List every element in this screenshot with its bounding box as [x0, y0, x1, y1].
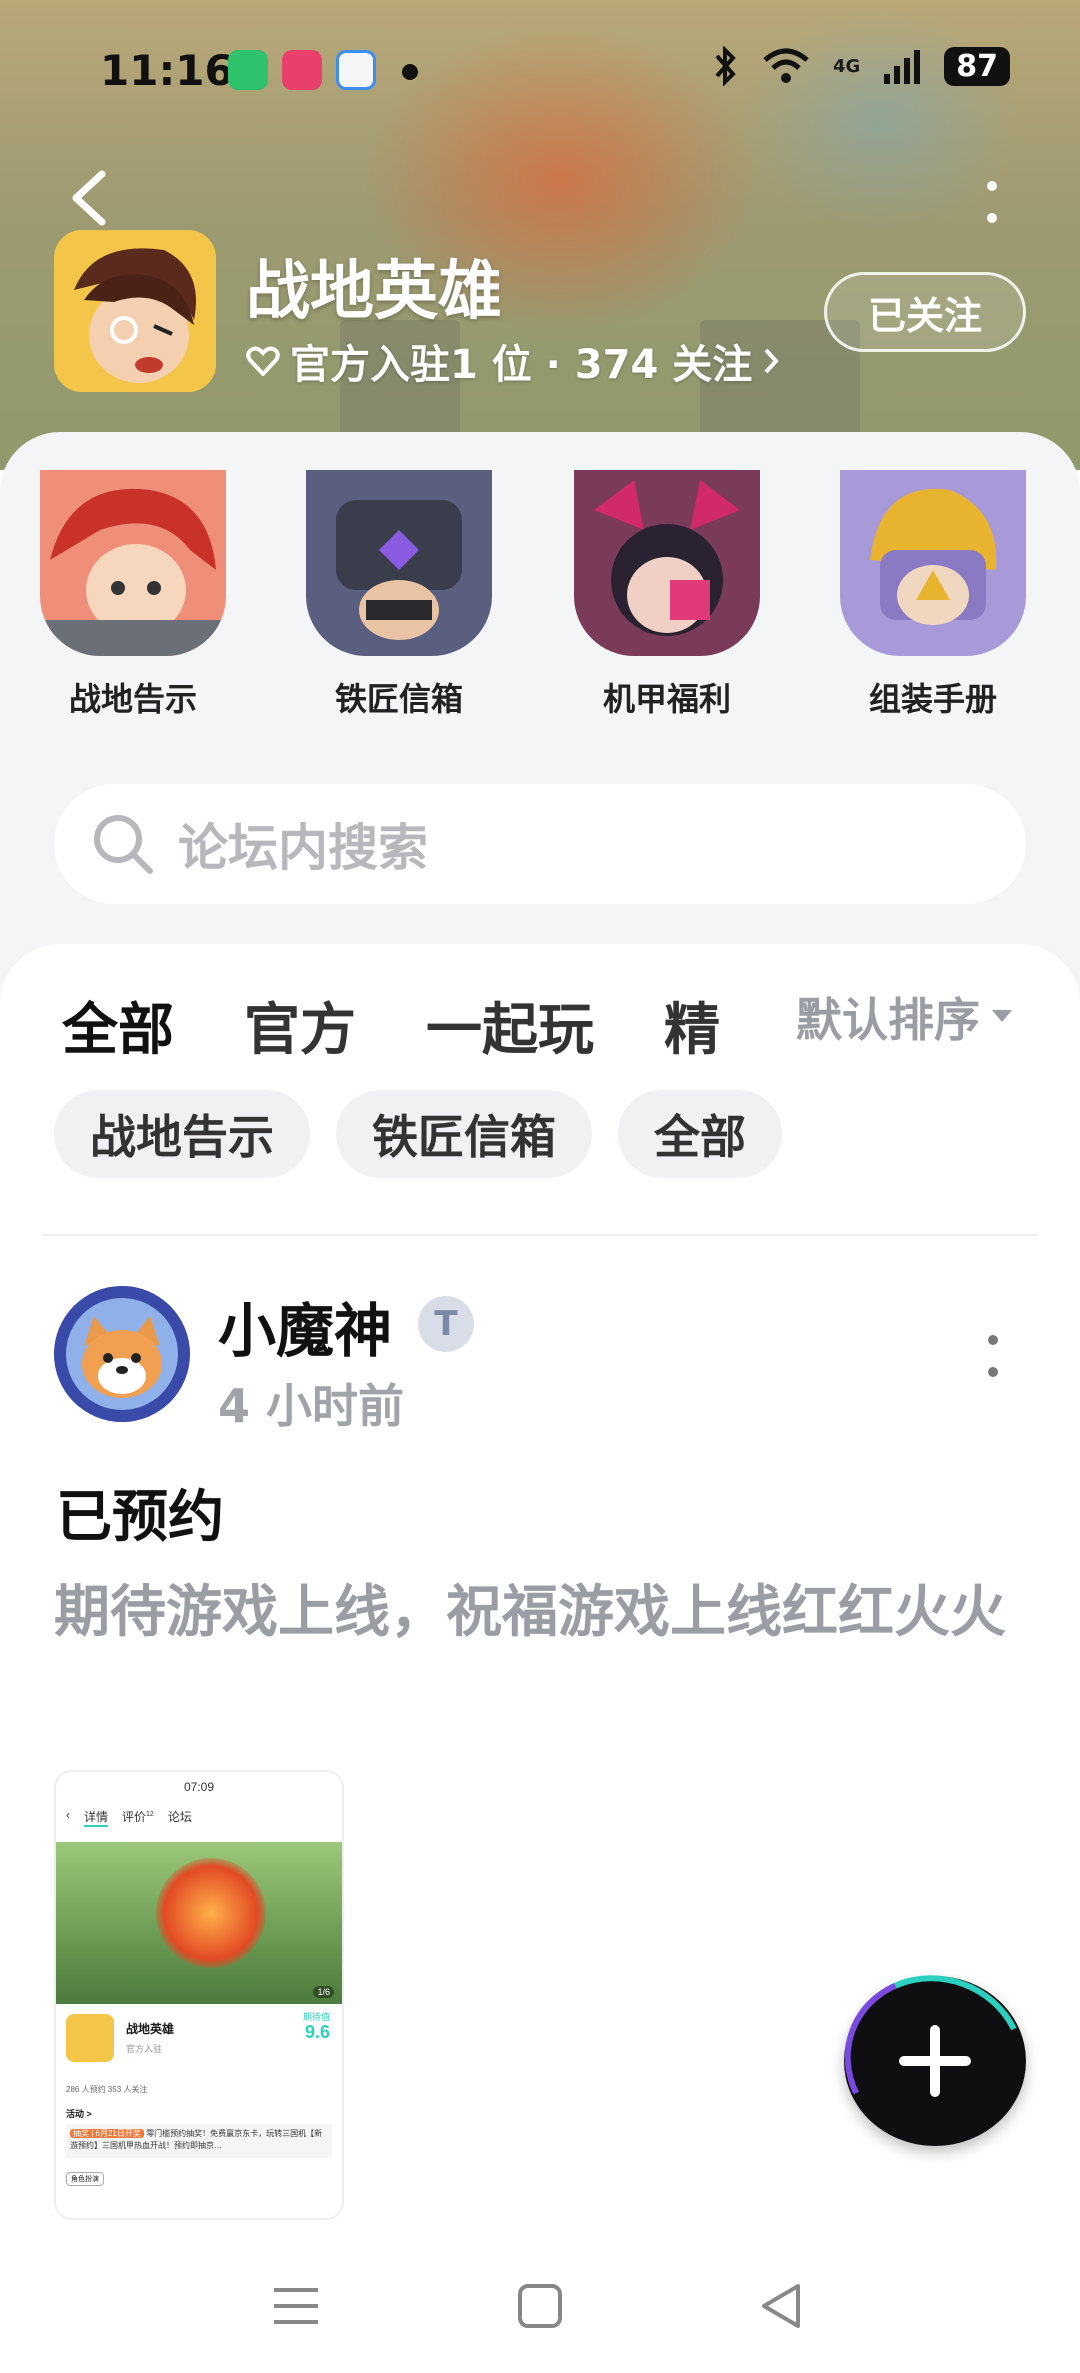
chip-battle-notice[interactable]: 战地告示 [54, 1090, 310, 1178]
mini-tabs: ‹ 详情 评价12 论坛 [66, 1808, 332, 1827]
status-bar: 11:16 4G 87 [0, 40, 1080, 100]
notification-dot [402, 64, 418, 80]
search-icon [94, 815, 153, 874]
battery-level: 87 [944, 46, 1010, 86]
system-nav-bar [0, 2240, 1080, 2373]
shortcut-row: 战地告示 铁匠信箱 机甲福利 组装手册 [0, 470, 1080, 730]
sort-label: 默认排序 [796, 993, 980, 1047]
shortcut-label: 机甲福利 [602, 680, 731, 718]
post-image[interactable]: 07:09 ‹ 详情 评价12 论坛 1/6 战地英雄 官方入驻 期待值 9.6… [54, 1770, 344, 2220]
mini-score: 9.6 [304, 2022, 330, 2042]
create-post-button[interactable] [820, 1950, 1050, 2172]
character-mech-helmet-image [306, 470, 492, 656]
mini-activity-label: 活动 > [66, 2109, 92, 2119]
forum-tabs: 全部 官方 一起玩 精 [62, 976, 790, 1076]
signal-icon [884, 50, 921, 84]
shopping-app-icon [282, 50, 322, 90]
mini-official: 官方入驻 [126, 2044, 163, 2054]
chip-blacksmith-mail[interactable]: 铁匠信箱 [336, 1090, 592, 1178]
shortcut-blacksmith-mail[interactable]: 铁匠信箱 [304, 470, 494, 720]
tab-play-together[interactable]: 一起玩 [426, 985, 594, 1066]
mini-tab: 评价12 [122, 1810, 154, 1824]
character-dark-horns-image [574, 470, 760, 656]
network-type: 4G [832, 55, 861, 77]
mini-stats: 286 人预约 353 人关注 [66, 2085, 148, 2094]
game-title: 战地英雄 [246, 255, 502, 329]
mini-banner: 1/6 [56, 1842, 342, 2004]
chevron-right-icon [764, 348, 779, 374]
home-icon[interactable] [510, 2276, 570, 2336]
wechat-icon [228, 50, 268, 90]
mini-page: 1/6 [313, 1986, 334, 1998]
post-title[interactable]: 已预约 [56, 1472, 224, 1553]
shortcut-label: 战地告示 [68, 680, 197, 718]
shortcut-label: 组装手册 [868, 680, 997, 718]
shortcut-battle-notice[interactable]: 战地告示 [38, 470, 228, 720]
game-meta-text: 官方入驻1 位 · 374 关注 [290, 342, 753, 388]
tab-label: 官方 [244, 998, 356, 1063]
mini-time: 07:09 [183, 1780, 215, 1794]
mini-tab: 详情 [84, 1808, 109, 1827]
back-triangle-icon[interactable] [752, 2276, 812, 2336]
tab-label: 全部 [62, 998, 174, 1063]
status-time: 11:16 [100, 46, 234, 95]
follow-button[interactable]: 已关注 [824, 272, 1026, 352]
mini-activity-tag: 抽奖 | 6月21日开奖 [70, 2129, 144, 2138]
character-red-hair-image [40, 470, 226, 656]
wifi-icon [763, 48, 809, 83]
chip-all[interactable]: 全部 [618, 1090, 782, 1178]
tab-official[interactable]: 官方 [244, 985, 356, 1066]
mini-role-tag: 角色扮演 [66, 2172, 104, 2186]
shortcut-assembly-manual[interactable]: 组装手册 [838, 470, 1028, 720]
tab-featured[interactable]: 精 [664, 985, 720, 1066]
triangle-down-icon [992, 1010, 1012, 1022]
mini-back-icon: ‹ [66, 1808, 70, 1822]
mini-game-icon [66, 2014, 114, 2062]
menu-icon[interactable] [266, 2276, 326, 2336]
post-more-icon[interactable] [978, 1334, 1008, 1378]
game-meta-link[interactable]: 官方入驻1 位 · 374 关注 [246, 332, 780, 390]
status-icons: 4G 87 [713, 46, 1010, 86]
user-level-badge-icon: T [418, 1296, 474, 1352]
post-body[interactable]: 期待游戏上线，祝福游戏上线红红火火 [54, 1570, 1014, 1656]
mini-banner-burst [156, 1858, 266, 1968]
sort-dropdown[interactable]: 默认排序 [796, 984, 1012, 1050]
shortcut-label: 铁匠信箱 [334, 680, 463, 718]
author-name[interactable]: 小魔神 [218, 1284, 392, 1368]
tab-all[interactable]: 全部 [62, 985, 176, 1076]
more-options-icon[interactable] [980, 180, 1004, 224]
forum-search-bar[interactable]: 论坛内搜索 [54, 784, 1026, 904]
mini-status: 07:09 ‹ 详情 评价12 论坛 [56, 1772, 342, 1842]
author-avatar[interactable] [54, 1286, 190, 1422]
search-placeholder: 论坛内搜索 [178, 819, 428, 877]
mini-activity: 抽奖 | 6月21日开奖 零门槛预约抽奖！免费赢京东卡，玩转三国机【新游预约】三… [66, 2124, 332, 2158]
mini-game-row: 战地英雄 官方入驻 期待值 9.6 [56, 2004, 342, 2084]
back-arrow-icon[interactable] [66, 168, 110, 228]
post-time: 4 小时前 [218, 1379, 405, 1433]
mini-tab: 论坛 [167, 1810, 192, 1824]
heart-icon [246, 346, 280, 376]
filter-chips: 战地告示 铁匠信箱 全部 [54, 1090, 782, 1178]
character-gold-helmet-image [840, 470, 1026, 656]
game-icon [54, 230, 216, 392]
mini-game-name: 战地英雄 [126, 2022, 175, 2036]
divider [42, 1234, 1038, 1236]
tab-label: 一起玩 [426, 998, 594, 1063]
wallet-app-icon [336, 50, 376, 90]
tab-label: 精 [664, 998, 720, 1063]
shortcut-mech-welfare[interactable]: 机甲福利 [572, 470, 762, 720]
bluetooth-icon [715, 46, 736, 86]
